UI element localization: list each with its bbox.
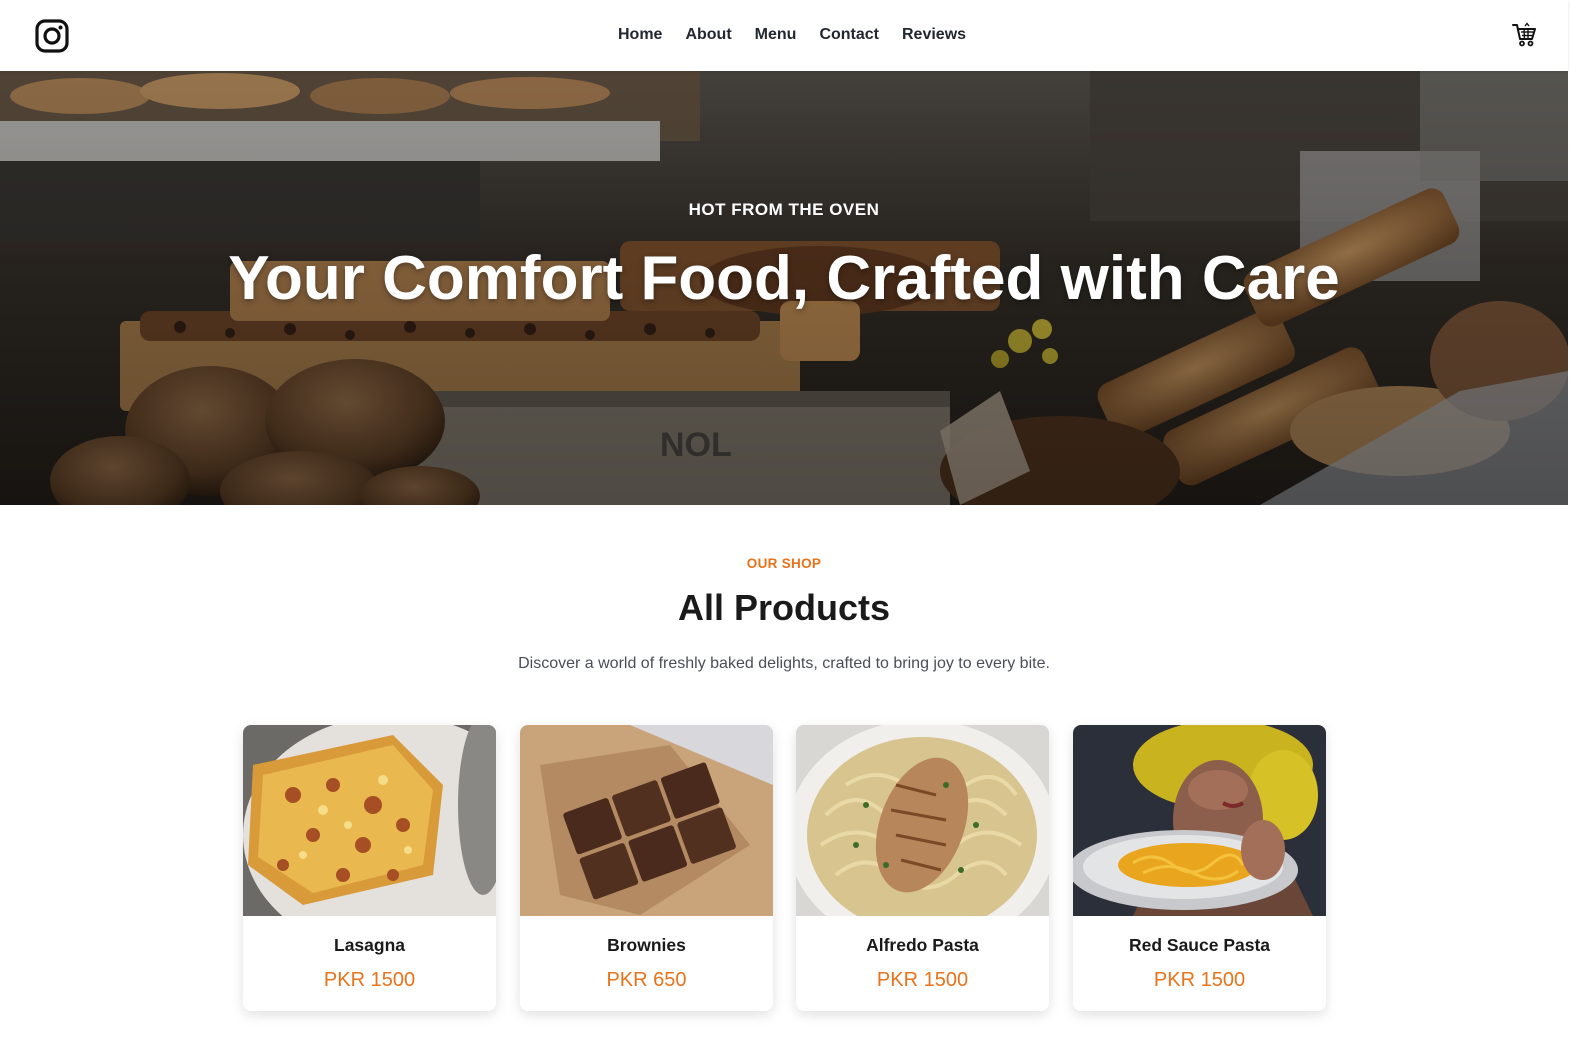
nav-menu[interactable]: Menu — [743, 24, 808, 46]
product-image-brownies — [520, 725, 773, 916]
product-card-alfredo-pasta[interactable]: Alfredo Pasta PKR 1500 — [796, 725, 1049, 1011]
section-title: All Products — [677, 587, 891, 628]
product-image-red-sauce-pasta — [1073, 725, 1326, 916]
site-header: Home About Menu Contact Reviews — [0, 0, 1568, 71]
product-name: Red Sauce Pasta — [1128, 935, 1271, 955]
product-image-alfredo-pasta — [796, 725, 1049, 916]
product-price: PKR 1500 — [876, 969, 969, 991]
product-price: PKR 1500 — [323, 969, 416, 991]
nav-about[interactable]: About — [673, 24, 742, 46]
product-image-lasagna — [243, 725, 496, 916]
nav-home[interactable]: Home — [606, 24, 673, 46]
main-nav: Home About Menu Contact Reviews — [606, 24, 977, 46]
product-price: PKR 650 — [606, 969, 687, 991]
cart-icon[interactable] — [1511, 22, 1537, 48]
product-name: Brownies — [607, 935, 686, 955]
product-price: PKR 1500 — [1153, 969, 1246, 991]
section-subtitle: Discover a world of freshly baked deligh… — [518, 655, 1050, 672]
instagram-icon[interactable] — [35, 19, 69, 53]
product-card-lasagna[interactable]: Lasagna PKR 1500 — [243, 725, 496, 1011]
hero-title: Your Comfort Food, Crafted with Care — [228, 244, 1340, 313]
product-card-brownies[interactable]: Brownies PKR 650 — [520, 725, 773, 1011]
hero-banner: NOL HOT FROM THE OVEN Your Comfort Food,… — [0, 71, 1568, 505]
product-name: Alfredo Pasta — [866, 935, 979, 955]
section-eyebrow: OUR SHOP — [746, 556, 822, 571]
nav-contact[interactable]: Contact — [807, 24, 890, 46]
nav-reviews[interactable]: Reviews — [890, 24, 977, 46]
product-name: Lasagna — [334, 935, 405, 955]
product-card-red-sauce-pasta[interactable]: Red Sauce Pasta PKR 1500 — [1073, 725, 1326, 1011]
hero-kicker: HOT FROM THE OVEN — [688, 200, 880, 219]
